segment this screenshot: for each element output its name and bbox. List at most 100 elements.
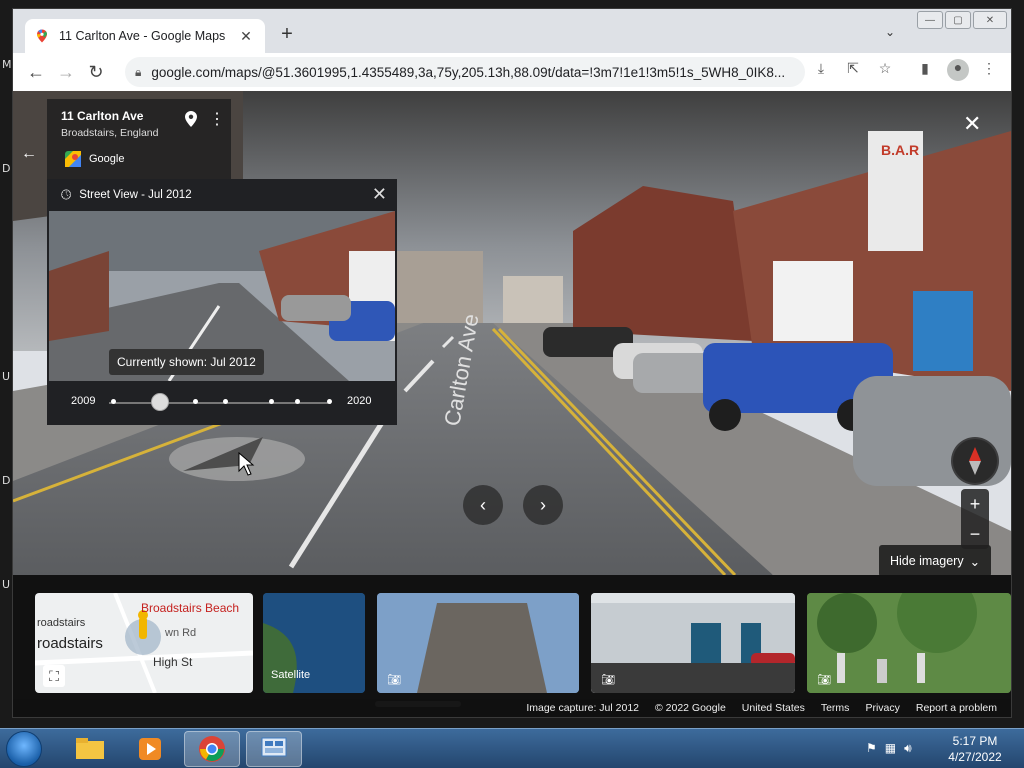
network-icon[interactable]: ▦ — [885, 741, 896, 756]
tab-title: 11 Carlton Ave - Google Maps — [59, 29, 226, 43]
tab-google-maps[interactable]: 11 Carlton Ave - Google Maps ✕ — [25, 19, 265, 53]
google-maps-logo-icon — [65, 151, 81, 167]
terms-link[interactable]: Terms — [821, 702, 850, 714]
side-panel-icon[interactable]: ▮ — [915, 60, 935, 80]
maximize-button[interactable]: ▢ — [945, 11, 971, 29]
warehouse-photo — [591, 593, 795, 693]
minimize-button[interactable]: — — [917, 11, 943, 29]
tab-bar: 11 Carlton Ave - Google Maps ✕ + ⌄ — ▢ ✕ — [13, 9, 1011, 53]
map-label-road: wn Rd — [165, 627, 197, 639]
clock-time: 5:17 PM — [952, 734, 998, 748]
more-options-icon[interactable]: ⋮ — [209, 109, 225, 129]
action-center-flag-icon[interactable]: ⚑ — [866, 741, 877, 756]
satellite-thumbnail-card[interactable]: Satellite — [263, 593, 365, 693]
forward-arrow-icon[interactable]: → — [51, 57, 81, 87]
system-tray: ⚑ ▦ 🔊︎ — [866, 741, 912, 756]
previous-arrow-icon[interactable]: ‹ — [463, 485, 503, 525]
google-brand-text: Google — [89, 153, 125, 165]
photo-card-cemetery[interactable]: 📷︎ — [807, 593, 1011, 693]
new-tab-button[interactable]: + — [275, 23, 299, 46]
timeline-start-year: 2009 — [71, 395, 96, 407]
hide-imagery-label: Hide imagery — [889, 554, 964, 568]
taskbar-control-panel-icon[interactable] — [246, 731, 302, 767]
compass-icon[interactable] — [951, 437, 999, 485]
zoom-in-button[interactable]: + — [961, 489, 989, 519]
timeline-slider[interactable]: 2009 2020 — [47, 381, 397, 425]
zoom-control: + − — [961, 489, 989, 549]
bookmark-star-icon[interactable]: ☆ — [875, 60, 895, 80]
windows-taskbar: ⚑ ▦ 🔊︎ 5:17 PM 4/27/2022 — [0, 728, 1024, 768]
bar-sign-text: B.A.R — [881, 142, 919, 158]
browser-toolbar: ← → ↻ 🔒︎ google.com/maps/@51.3601995,1.4… — [13, 53, 1011, 91]
map-label-high-st: High St — [153, 655, 193, 669]
camera-icon: 📷︎ — [817, 674, 831, 686]
profile-avatar-icon[interactable]: ● — [947, 59, 969, 81]
map-thumbnail-card[interactable]: Broadstairs Beach roadstairs roadstairs … — [35, 593, 253, 693]
maps-viewport: Carlton Ave B.A.R ← 11 Carlton Ave Broad… — [13, 91, 1011, 717]
desktop-side-letter: M — [2, 58, 12, 71]
cemetery-photo — [807, 593, 1011, 693]
timeline-dot[interactable] — [193, 399, 198, 404]
taskbar-explorer-icon[interactable] — [62, 731, 118, 767]
desktop-side-letter: U — [2, 370, 11, 383]
camera-icon: 📷︎ — [601, 674, 615, 686]
camera-icon: 📷︎ — [387, 674, 401, 686]
region-link[interactable]: United States — [742, 702, 805, 714]
location-place: Broadstairs, England — [61, 127, 159, 139]
reload-icon[interactable]: ↻ — [81, 57, 111, 87]
browser-window: 11 Carlton Ave - Google Maps ✕ + ⌄ — ▢ ✕… — [12, 8, 1012, 718]
report-problem-link[interactable]: Report a problem — [916, 702, 997, 714]
timeline-header: 🕓︎ Street View - Jul 2012 ✕ — [47, 179, 397, 211]
location-info-card: 11 Carlton Ave Broadstairs, England ⋮ Go… — [47, 99, 231, 179]
location-address: 11 Carlton Ave — [61, 109, 144, 123]
privacy-link[interactable]: Privacy — [865, 702, 899, 714]
close-timeline-icon[interactable]: ✕ — [372, 184, 387, 205]
hide-imagery-button[interactable]: Hide imagery ⌄ — [879, 545, 991, 577]
image-capture-text: Image capture: Jul 2012 — [526, 702, 639, 714]
browser-menu-icon[interactable]: ⋮ — [979, 60, 999, 80]
back-arrow-icon[interactable]: ← — [21, 145, 37, 163]
timeline-end-year: 2020 — [347, 395, 372, 407]
timeline-dot[interactable] — [269, 399, 274, 404]
imagery-filmstrip: Broadstairs Beach roadstairs roadstairs … — [13, 575, 1011, 717]
taskbar-media-player-icon[interactable] — [122, 731, 178, 767]
start-button[interactable] — [6, 731, 42, 767]
close-window-button[interactable]: ✕ — [973, 11, 1007, 29]
back-arrow-icon[interactable]: ← — [21, 57, 51, 87]
install-app-icon[interactable]: ⤓ — [811, 60, 831, 80]
next-arrow-icon[interactable]: › — [523, 485, 563, 525]
timeline-dot[interactable] — [223, 399, 228, 404]
timeline-label: Street View - Jul 2012 — [79, 189, 192, 201]
history-clock-icon[interactable]: 🕓︎ — [61, 187, 71, 203]
timeline-dot[interactable] — [327, 399, 332, 404]
tab-close-icon[interactable]: ✕ — [237, 28, 255, 45]
timeline-tooltip: Currently shown: Jul 2012 — [109, 349, 264, 375]
close-street-view-icon[interactable]: ✕ — [963, 111, 981, 137]
maps-footer: Image capture: Jul 2012 © 2022 Google Un… — [13, 699, 1011, 717]
fullscreen-icon[interactable]: ⛶ — [43, 665, 65, 687]
map-label-town-small: roadstairs — [37, 617, 86, 629]
map-label-town: roadstairs — [37, 635, 103, 652]
timeline-dot[interactable] — [295, 399, 300, 404]
tab-search-chevron-icon[interactable]: ⌄ — [885, 25, 895, 39]
share-icon[interactable]: ⇱ — [843, 60, 863, 80]
google-maps-favicon-icon — [37, 29, 47, 43]
timeline-knob[interactable] — [151, 393, 169, 411]
lock-icon: 🔒︎ — [135, 64, 142, 79]
satellite-label: Satellite — [271, 669, 311, 681]
volume-icon[interactable]: 🔊︎ — [904, 741, 912, 756]
timeline-dot[interactable] — [111, 399, 116, 404]
clock-date: 4/27/2022 — [948, 750, 1002, 764]
photo-card-warehouse[interactable]: 📷︎ — [591, 593, 795, 693]
desktop-side-letter: U — [2, 578, 11, 591]
map-pin-icon[interactable] — [185, 111, 197, 127]
copyright-text: © 2022 Google — [655, 702, 726, 714]
address-bar[interactable]: 🔒︎ google.com/maps/@51.3601995,1.4355489… — [125, 57, 805, 87]
taskbar-chrome-icon[interactable] — [184, 731, 240, 767]
system-clock[interactable]: 5:17 PM 4/27/2022 — [940, 733, 1010, 765]
map-label-beach: Broadstairs Beach — [141, 601, 240, 615]
url-text: google.com/maps/@51.3601995,1.4355489,3a… — [151, 64, 786, 80]
church-photo — [377, 593, 579, 693]
desktop-side-letter: D — [2, 162, 11, 175]
photo-card-church[interactable]: 📷︎ — [377, 593, 579, 693]
